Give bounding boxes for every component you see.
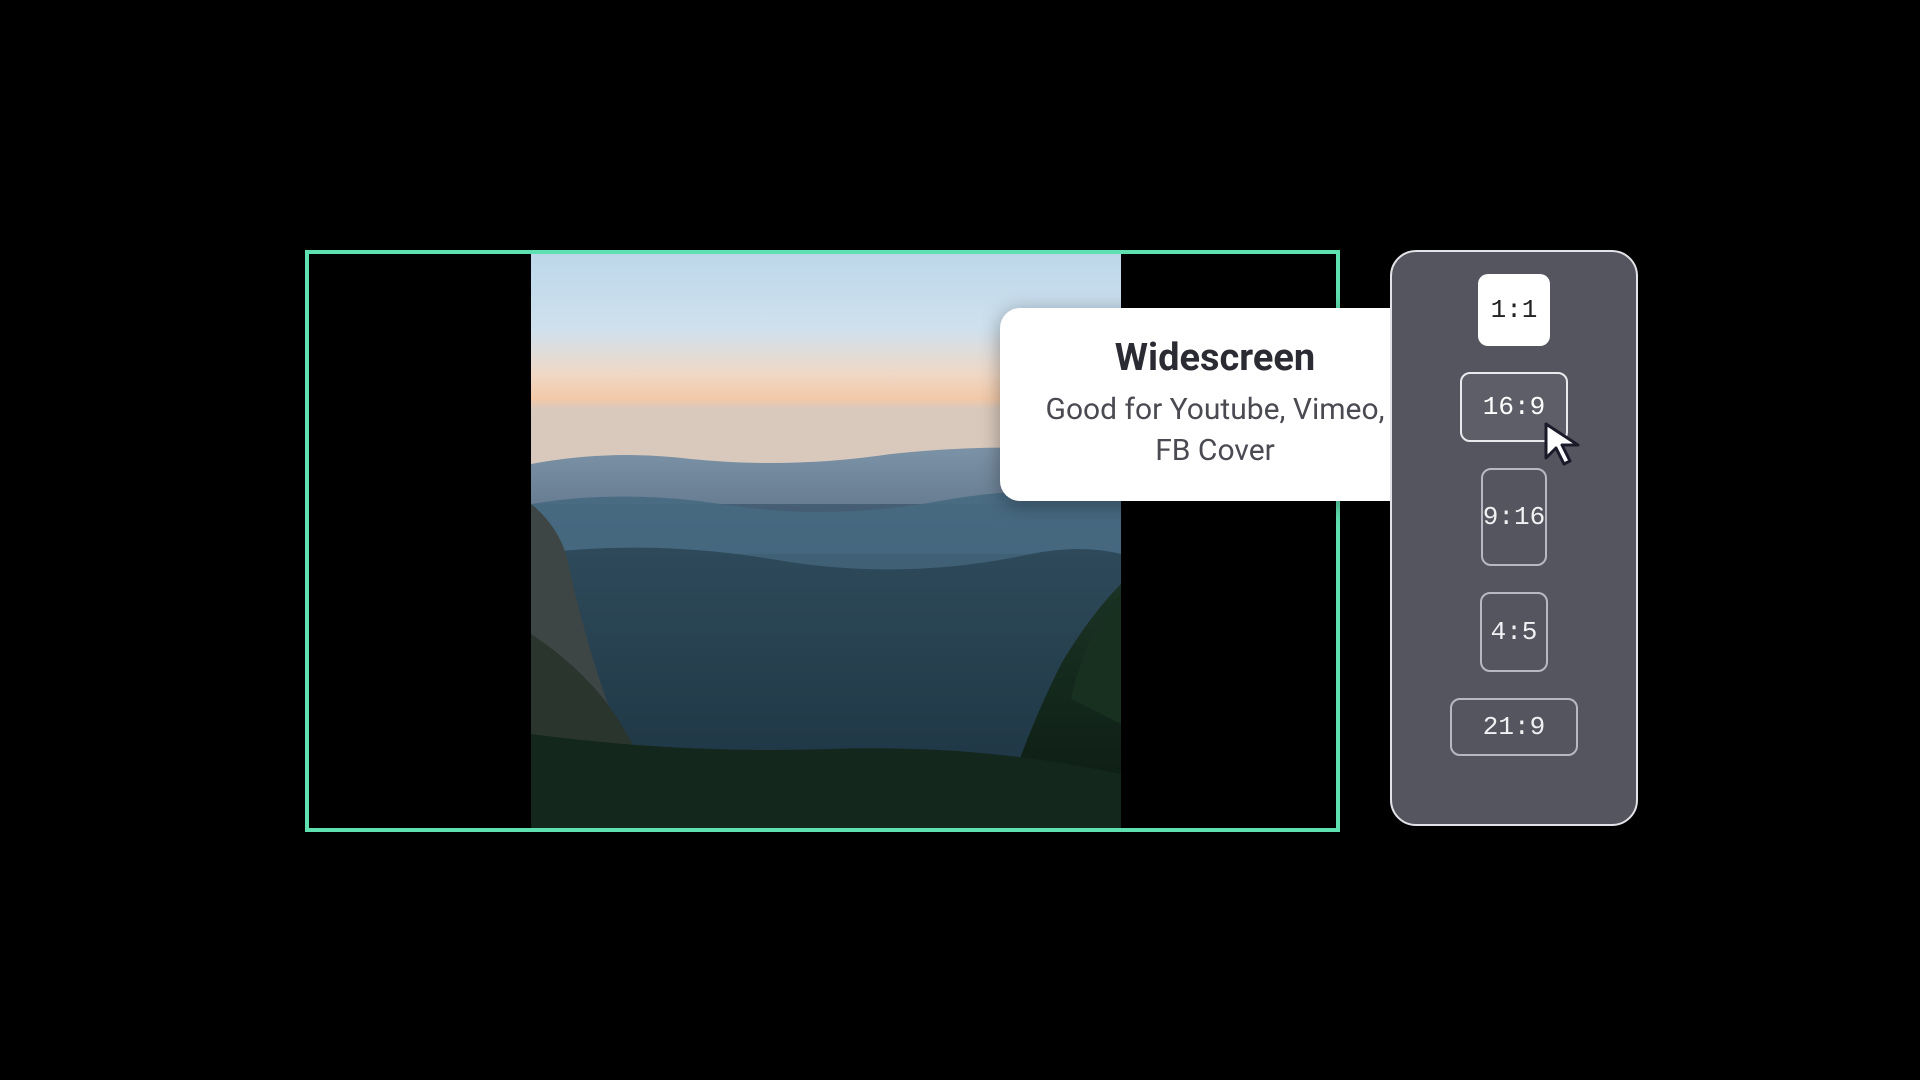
editor-stage: Widescreen Good for Youtube, Vimeo, FB C… bbox=[0, 0, 1920, 1080]
aspect-ratio-option-4-5[interactable]: 4:5 bbox=[1480, 592, 1548, 672]
aspect-ratio-label: 21:9 bbox=[1483, 712, 1545, 742]
aspect-ratio-label: 1:1 bbox=[1491, 295, 1538, 325]
aspect-ratio-tooltip: Widescreen Good for Youtube, Vimeo, FB C… bbox=[1000, 308, 1430, 501]
aspect-ratio-option-9-16[interactable]: 9:16 bbox=[1481, 468, 1547, 566]
aspect-ratio-option-1-1[interactable]: 1:1 bbox=[1478, 274, 1550, 346]
aspect-ratio-label: 9:16 bbox=[1483, 502, 1545, 532]
aspect-ratio-option-21-9[interactable]: 21:9 bbox=[1450, 698, 1578, 756]
aspect-ratio-option-16-9[interactable]: 16:9 bbox=[1460, 372, 1568, 442]
aspect-ratio-label: 4:5 bbox=[1491, 617, 1538, 647]
aspect-ratio-label: 16:9 bbox=[1483, 392, 1545, 422]
tooltip-title: Widescreen bbox=[1034, 336, 1396, 380]
tooltip-description: Good for Youtube, Vimeo, FB Cover bbox=[1034, 390, 1396, 471]
aspect-ratio-panel: 1:1 16:9 9:16 4:5 21:9 bbox=[1390, 250, 1638, 826]
